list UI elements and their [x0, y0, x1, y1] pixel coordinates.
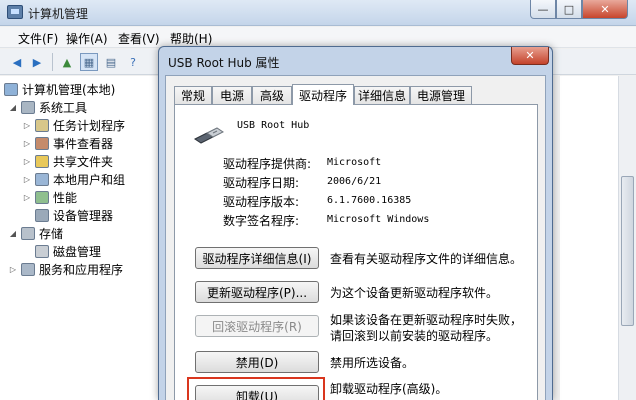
storage-icon — [21, 226, 35, 240]
computer-icon — [4, 82, 18, 96]
tree-item-task-scheduler[interactable]: ▷ 任务计划程序 — [22, 116, 125, 134]
tree-item-shared-folders[interactable]: ▷ 共享文件夹 — [22, 152, 113, 170]
back-arrow-icon[interactable]: ◀ — [8, 53, 26, 71]
driver-details-button[interactable]: 驱动程序详细信息(I) — [195, 247, 319, 269]
expander-expanded-icon[interactable]: ◢ — [8, 229, 18, 238]
expander-collapsed-icon[interactable]: ▷ — [22, 121, 32, 130]
tab-power-management[interactable]: 电源管理 — [410, 86, 472, 104]
maximize-button[interactable]: □ — [556, 0, 582, 19]
tools-icon — [21, 100, 35, 114]
menu-view[interactable]: 查看(V) — [118, 30, 160, 47]
tab-advanced[interactable]: 高级 — [252, 86, 292, 104]
driver-version-label: 驱动程序版本: — [223, 195, 300, 209]
tab-strip: 常规 电源 高级 驱动程序 详细信息 电源管理 — [174, 84, 540, 105]
expander-collapsed-icon[interactable]: ▷ — [22, 139, 32, 148]
expander-expanded-icon[interactable]: ◢ — [8, 103, 18, 112]
expander-collapsed-icon[interactable]: ▷ — [22, 157, 32, 166]
vertical-scrollbar[interactable] — [618, 76, 636, 400]
window-title: 计算机管理 — [28, 7, 89, 21]
roll-back-driver-description: 如果该设备在更新驱动程序时失败，请回滚到以前安装的驱动程序。 — [330, 313, 523, 343]
toolbar-separator — [52, 53, 53, 71]
usb-connector-icon — [194, 127, 224, 144]
forward-arrow-icon[interactable]: ▶ — [28, 53, 46, 71]
uninstall-highlight-box — [187, 377, 325, 400]
menu-action[interactable]: 操作(A) — [66, 30, 108, 47]
computer-management-icon — [7, 5, 23, 19]
services-icon — [21, 262, 35, 276]
minimize-button[interactable]: — — [530, 0, 556, 19]
dialog-close-button[interactable]: ✕ — [511, 47, 549, 65]
tree-item-disk-management[interactable]: 磁盘管理 — [35, 242, 101, 260]
tab-driver[interactable]: 驱动程序 — [292, 84, 354, 105]
tab-details[interactable]: 详细信息 — [354, 86, 410, 104]
disable-device-button[interactable]: 禁用(D) — [195, 351, 319, 373]
disk-icon — [35, 244, 49, 258]
device-manager-icon — [35, 208, 49, 222]
dialog-title-bar[interactable]: USB Root Hub 属性 ✕ — [159, 47, 552, 75]
uninstall-driver-description: 卸载驱动程序(高级)。 — [330, 382, 448, 396]
driver-provider-value: Microsoft — [327, 157, 382, 168]
tab-power[interactable]: 电源 — [212, 86, 252, 104]
tab-general[interactable]: 常规 — [174, 86, 212, 104]
driver-date-label: 驱动程序日期: — [223, 176, 300, 190]
tree-item-services-apps[interactable]: ▷ 服务和应用程序 — [8, 260, 123, 278]
menu-file[interactable]: 文件(F) — [18, 30, 58, 47]
users-icon — [35, 172, 49, 186]
tree-item-storage[interactable]: ◢ 存储 — [8, 224, 63, 242]
scrollbar-thumb[interactable] — [621, 176, 634, 326]
device-name: USB Root Hub — [237, 120, 310, 131]
navigation-tree: 计算机管理(本地) ◢ 系统工具 ▷ 任务计划程序 ▷ 事件查看器 ▷ 共享文件… — [0, 76, 160, 400]
help-icon[interactable]: ? — [124, 53, 142, 71]
roll-back-driver-button[interactable]: 回滚驱动程序(R) — [195, 315, 319, 337]
tree-item-computer-management[interactable]: 计算机管理(本地) — [4, 80, 115, 98]
dialog-title: USB Root Hub 属性 — [168, 56, 280, 70]
update-driver-button[interactable]: 更新驱动程序(P)... — [195, 281, 319, 303]
driver-details-description: 查看有关驱动程序文件的详细信息。 — [330, 252, 523, 266]
properties-icon[interactable]: ▤ — [102, 53, 120, 71]
expander-collapsed-icon[interactable]: ▷ — [22, 175, 32, 184]
tree-item-local-users[interactable]: ▷ 本地用户和组 — [22, 170, 125, 188]
tree-item-system-tools[interactable]: ◢ 系统工具 — [8, 98, 87, 116]
performance-icon — [35, 190, 49, 204]
disable-device-description: 禁用所选设备。 — [330, 356, 415, 370]
driver-provider-label: 驱动程序提供商: — [223, 157, 312, 171]
up-folder-icon[interactable]: ▲ — [58, 53, 76, 71]
update-driver-description: 为这个设备更新驱动程序软件。 — [330, 286, 499, 300]
clock-icon — [35, 118, 49, 132]
tree-item-device-manager[interactable]: 设备管理器 — [35, 206, 114, 224]
dialog-body: 常规 电源 高级 驱动程序 详细信息 电源管理 USB Root Hub 驱动程… — [165, 75, 546, 400]
digital-signer-label: 数字签名程序: — [223, 214, 300, 228]
event-viewer-icon — [35, 136, 49, 150]
expander-collapsed-icon[interactable]: ▷ — [8, 265, 18, 274]
usb-root-hub-properties-dialog: USB Root Hub 属性 ✕ 常规 电源 高级 驱动程序 详细信息 电源管… — [158, 46, 553, 400]
tree-item-performance[interactable]: ▷ 性能 — [22, 188, 77, 206]
driver-version-value: 6.1.7600.16385 — [327, 195, 412, 206]
driver-tab-panel: USB Root Hub 驱动程序提供商: Microsoft 驱动程序日期: … — [174, 104, 538, 400]
show-tree-icon[interactable]: ▦ — [80, 53, 98, 71]
close-button[interactable]: ✕ — [582, 0, 628, 19]
expander-collapsed-icon[interactable]: ▷ — [22, 193, 32, 202]
tree-item-event-viewer[interactable]: ▷ 事件查看器 — [22, 134, 113, 152]
digital-signer-value: Microsoft Windows — [327, 214, 430, 225]
menu-bar: 文件(F) 操作(A) 查看(V) 帮助(H) — [0, 27, 636, 48]
menu-help[interactable]: 帮助(H) — [170, 30, 212, 47]
title-bar[interactable]: 计算机管理 — □ ✕ — [0, 0, 636, 26]
driver-date-value: 2006/6/21 — [327, 176, 382, 187]
shared-folder-icon — [35, 154, 49, 168]
